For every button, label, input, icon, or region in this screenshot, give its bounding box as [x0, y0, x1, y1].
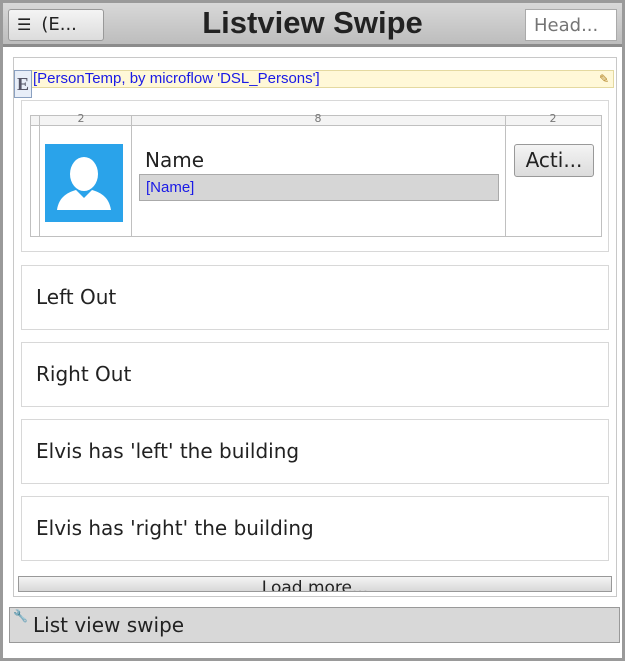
load-more-button[interactable]: Load more... [18, 576, 612, 592]
edit-pencil-icon: ✎ [598, 72, 609, 86]
grid-col-weight: 2 [77, 112, 85, 125]
app-frame: ☰(E... Listview Swipe [PersonTemp, by mi… [0, 0, 625, 661]
wrench-icon: 🔧 [13, 609, 28, 623]
person-avatar-icon [45, 144, 123, 222]
list-item[interactable]: Elvis has 'left' the building [21, 419, 609, 484]
layout-grid: 2 8 2 Name [Name] Acti... [30, 112, 602, 237]
list-item[interactable]: Right Out [21, 342, 609, 407]
footer-label: List view swipe [33, 613, 185, 637]
list-item[interactable]: Left Out [21, 265, 609, 330]
menu-button[interactable]: ☰ (E... [8, 9, 104, 41]
grid-divider [505, 116, 506, 236]
action-button[interactable]: Acti... [514, 144, 594, 177]
list-item-label: Elvis has 'left' the building [36, 439, 300, 463]
datasource-label: [PersonTemp, by microflow 'DSL_Persons'] [33, 70, 320, 87]
grid-divider [39, 116, 40, 236]
list-item[interactable]: Elvis has 'right' the building [21, 496, 609, 561]
footer-bar[interactable]: 🔧 List view swipe [9, 607, 620, 643]
list-item-label: Right Out [36, 362, 132, 386]
layout-grid-header: 2 8 2 [31, 112, 601, 126]
datasource-label-bar: [PersonTemp, by microflow 'DSL_Persons']… [16, 70, 614, 88]
entity-icon: E [14, 70, 32, 98]
grid-divider [131, 116, 132, 236]
grid-col-weight: 8 [314, 112, 322, 125]
list-item-label: Left Out [36, 285, 117, 309]
grid-col-weight: 2 [549, 112, 557, 125]
name-field[interactable]: [Name] [139, 174, 499, 201]
list-item-label: Elvis has 'right' the building [36, 516, 314, 540]
menu-button-label: (E... [41, 14, 77, 35]
list-item[interactable]: 2 8 2 Name [Name] Acti... [21, 100, 609, 252]
header-bar: ☰ (E... Listview Swipe [3, 3, 622, 47]
hamburger-menu-icon: ☰ [17, 15, 32, 34]
name-label: Name [145, 148, 205, 172]
header-search-input[interactable] [525, 9, 617, 41]
list-view-container: [PersonTemp, by microflow 'DSL_Persons']… [13, 57, 617, 597]
